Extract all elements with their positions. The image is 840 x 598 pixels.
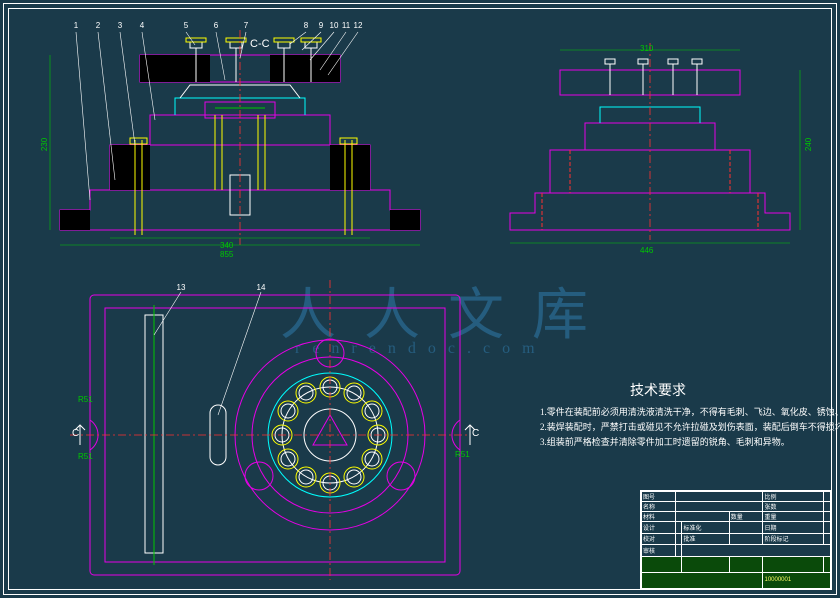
- tb-name: [675, 502, 763, 512]
- tb-sheet-label: 张数: [763, 502, 824, 512]
- dim-r-lt: R51: [78, 395, 93, 404]
- balloon-7: 7: [240, 20, 252, 32]
- front-section-view: [30, 20, 450, 260]
- section-mark-left: C: [72, 428, 79, 439]
- requirement-2: 2.装焊装配时，严禁打击或碰见不允许拉碰及划伤表面，装配后倒车不得损坏。: [540, 420, 840, 433]
- balloon-10: 10: [328, 20, 340, 32]
- balloon-12: 12: [352, 20, 364, 32]
- requirements-title: 技术要求: [630, 380, 686, 400]
- tb-date-label: 日期: [763, 522, 824, 534]
- dim-r-r: R51: [455, 450, 470, 459]
- dim-r-lb: R51: [78, 452, 93, 461]
- cad-drawing-canvas: 人人文库 r e n r e n d o c . c o m: [0, 0, 840, 598]
- balloon-13: 13: [175, 282, 187, 294]
- tb-wt-label: 重量: [763, 512, 824, 522]
- tb-qty-label: 数量: [729, 512, 763, 522]
- balloon-14: 14: [255, 282, 267, 294]
- plan-view: [50, 275, 480, 585]
- balloon-8: 8: [300, 20, 312, 32]
- balloon-2: 2: [92, 20, 104, 32]
- tb-name-label: 名称: [642, 502, 676, 512]
- tb-dwgno-label: 图号: [642, 492, 676, 502]
- requirement-3: 3.组装前严格检查并清除零件加工时遗留的锐角、毛刺和异物。: [540, 435, 790, 448]
- dim-front-h: 230: [40, 138, 49, 151]
- section-label: C-C: [250, 38, 270, 50]
- tb-approve-label: 批准: [682, 533, 729, 545]
- title-block: 图号 比例 名称 张数 材料 数量 重量 设计 标准化 日期: [640, 490, 832, 590]
- balloon-11: 11: [340, 20, 352, 32]
- tb-review-label: 审核: [642, 545, 676, 557]
- balloon-4: 4: [136, 20, 148, 32]
- tb-dwgno: [675, 492, 763, 502]
- dim-side-h: 240: [804, 138, 813, 151]
- balloon-6: 6: [210, 20, 222, 32]
- balloon-5: 5: [180, 20, 192, 32]
- balloon-3: 3: [114, 20, 126, 32]
- balloon-1: 1: [70, 20, 82, 32]
- dim-side-top: 310: [640, 44, 653, 53]
- dim-front-w: 340: [220, 241, 233, 250]
- side-view: [490, 35, 810, 255]
- tb-design-label: 设计: [642, 522, 676, 534]
- tb-stage-label: 阶段标记: [763, 533, 824, 545]
- balloon-9: 9: [315, 20, 327, 32]
- tb-format: 10000001: [763, 572, 831, 588]
- dim-side-bot: 446: [640, 246, 653, 255]
- tb-material: [675, 512, 729, 522]
- tb-check-label: 校对: [642, 533, 676, 545]
- tb-scale-label: 比例: [763, 492, 824, 502]
- requirement-1: 1.零件在装配前必须用清洗液清洗干净，不得有毛刺、飞边、氧化皮、锈蚀、切屑、油污…: [540, 405, 840, 418]
- tb-scale: [824, 492, 831, 502]
- dim-front-base: 855: [220, 250, 233, 259]
- tb-std-label: 标准化: [682, 522, 729, 534]
- tb-material-label: 材料: [642, 512, 676, 522]
- section-mark-right: C: [472, 428, 479, 439]
- tb-company: [682, 545, 831, 557]
